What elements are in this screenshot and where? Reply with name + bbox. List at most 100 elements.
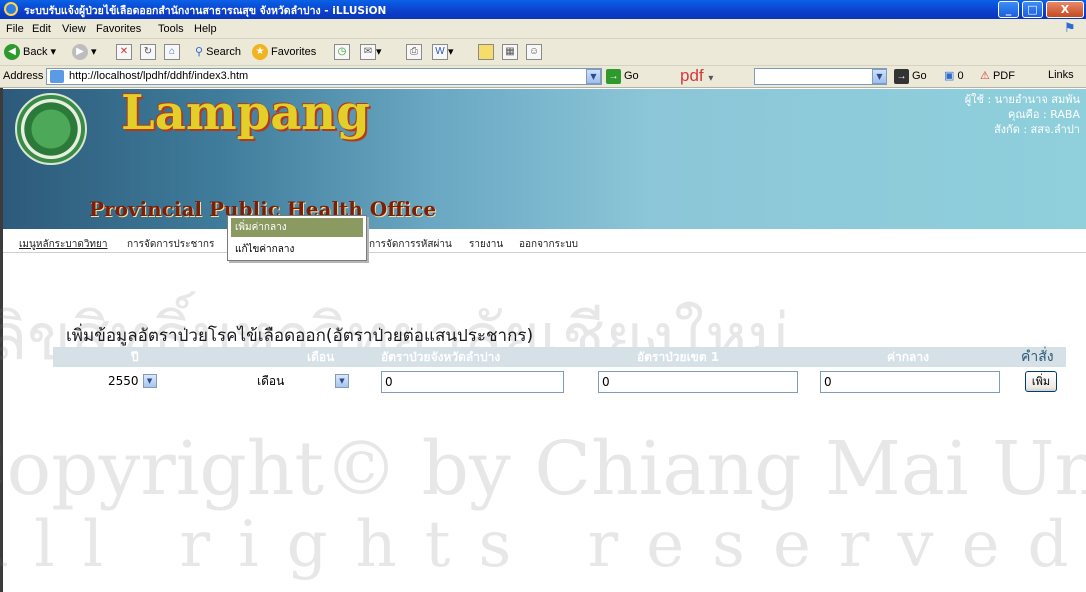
header-province-rate: อัตราป่วยจังหวัดลำปาง xyxy=(381,350,501,364)
year-select[interactable]: 2550 ▼ xyxy=(108,371,157,391)
favorites-label: Favorites xyxy=(271,46,317,58)
history-button[interactable]: ◷ xyxy=(334,43,350,62)
nav-report[interactable]: รายงาน xyxy=(469,237,503,252)
folder-button[interactable] xyxy=(478,43,494,62)
pdf-label: PDF xyxy=(992,70,1015,82)
address-url: http://localhost/lpdhf/ddhf/index3.htm xyxy=(69,70,249,82)
chevron-down-icon: ▼ xyxy=(335,373,349,388)
header-region-rate: อัตราป่วยเขต 1 xyxy=(637,350,720,364)
month-select[interactable]: เดือน ▼ xyxy=(257,371,349,391)
stop-button[interactable]: ✕ xyxy=(116,43,132,62)
home-button[interactable]: ⌂ xyxy=(164,43,180,62)
menu-view[interactable]: View xyxy=(62,23,86,35)
folder-icon xyxy=(478,44,494,61)
menu-file[interactable]: File xyxy=(6,23,24,35)
go-arrow-icon-2: → xyxy=(894,69,909,84)
windows-flag-icon: ⚑ xyxy=(1064,21,1076,36)
pdf-icon: ⚠ xyxy=(980,70,990,82)
back-arrow-icon: ◀ xyxy=(4,44,20,61)
discuss-icon: ▦ xyxy=(502,44,518,61)
nav-dropdown-menu: เพิ่มค่ากลาง แก้ไขค่ากลาง xyxy=(227,215,367,261)
forward-button[interactable]: ▶ ▾ xyxy=(72,43,97,62)
go-button-2[interactable]: → Go xyxy=(894,69,927,84)
go-label: Go xyxy=(624,70,639,82)
discuss-button[interactable]: ▦ xyxy=(502,43,518,62)
header-month: เดือน xyxy=(307,350,335,364)
nav-password[interactable]: การจัดการรหัสผ่าน xyxy=(369,237,452,252)
calendar-icon: ▣ xyxy=(944,70,955,82)
ie-icon xyxy=(4,2,18,16)
counter-value: 0 xyxy=(957,70,964,82)
search-icon: ⚲ xyxy=(195,46,204,58)
header-year: ปี xyxy=(131,350,139,364)
nav-epidemiology[interactable]: เมนูหลักระบาดวิทยา xyxy=(19,237,108,252)
word-button[interactable]: W ▾ xyxy=(432,43,454,62)
print-button[interactable]: ⎙ xyxy=(406,43,422,62)
search-dropdown[interactable]: ▼ xyxy=(872,69,887,84)
minimize-button[interactable]: _ xyxy=(998,1,1019,18)
nav-bar: เมนูหลักระบาดวิทยา การจัดการประชากร การจ… xyxy=(3,229,1086,253)
watermark-line-3: All rights reserved xyxy=(0,508,1086,582)
counter-button[interactable]: ▣ 0 xyxy=(944,69,964,82)
favorites-button[interactable]: ★ Favorites xyxy=(252,43,316,62)
table-row: 2550 ▼ เดือน ▼ 0 0 0 เพิ่ม xyxy=(53,368,1066,398)
menu-edit[interactable]: Edit xyxy=(32,23,51,35)
nav-logout[interactable]: ออกจากระบบ xyxy=(519,237,578,252)
search-input[interactable] xyxy=(754,68,887,85)
user-line-name: ผู้ใช้ : นายอำนาจ สมพัน xyxy=(964,93,1080,106)
menu-tools[interactable]: Tools xyxy=(158,23,184,35)
search-button[interactable]: ⚲ Search xyxy=(195,43,241,62)
go-button[interactable]: → Go xyxy=(606,69,639,84)
pdf-button[interactable]: ⚠ PDF xyxy=(980,69,1015,82)
region-rate-input[interactable]: 0 xyxy=(598,371,798,393)
search-label: Search xyxy=(206,46,241,58)
table-header: ปี เดือน อัตราป่วยจังหวัดลำปาง อัตราป่วย… xyxy=(53,347,1066,367)
messenger-button[interactable]: ☺ xyxy=(526,43,542,62)
page-icon xyxy=(50,70,64,83)
chevron-down-icon: ▼ xyxy=(142,373,157,388)
pdf-logo-text: pdf xyxy=(680,66,704,85)
page-banner: Lampang Provincial Public Health Office … xyxy=(3,85,1086,229)
maximize-button[interactable]: □ xyxy=(1022,1,1043,18)
header-median: ค่ากลาง xyxy=(887,350,929,364)
refresh-button[interactable]: ↻ xyxy=(140,43,156,62)
messenger-icon: ☺ xyxy=(526,44,542,61)
pdf-toolbar-logo[interactable]: pdf ▾ xyxy=(680,66,713,86)
print-icon: ⎙ xyxy=(406,44,422,61)
mail-button[interactable]: ✉ ▾ xyxy=(360,43,382,62)
toolbar: ◀ Back ▾ ▶ ▾ ✕ ↻ ⌂ ⚲ Search ★ Favorites ◷ ✉… xyxy=(0,39,1086,66)
month-value: เดือน xyxy=(257,373,285,388)
window-title: ระบบรับแจ้งผู้ป่วยไข้เลือดออกสำนักงานสาธ… xyxy=(24,5,387,17)
nav-population[interactable]: การจัดการประชากร xyxy=(127,237,214,252)
user-line-office: สังกัด : สสจ.ลำปา xyxy=(993,123,1080,136)
brand-title: Lampang xyxy=(121,85,370,141)
header-command: คำสั่ง xyxy=(1021,349,1054,365)
home-icon: ⌂ xyxy=(164,44,180,61)
links-button[interactable]: Links xyxy=(1048,69,1074,81)
province-rate-input[interactable]: 0 xyxy=(381,371,564,393)
watermark-line-2: Copyright© by Chiang Mai University xyxy=(0,426,1086,512)
user-info: ผู้ใช้ : นายอำนาจ สมพัน คุณคือ : RABA สั… xyxy=(965,92,1080,137)
form-title: เพิ่มข้อมูลอัตราป่วยโรคไข้เลือดออก(อัตรา… xyxy=(66,326,534,346)
word-icon: W xyxy=(432,44,448,61)
address-dropdown[interactable]: ▼ xyxy=(586,69,601,84)
stop-icon: ✕ xyxy=(116,44,132,61)
add-button[interactable]: เพิ่ม xyxy=(1025,371,1057,392)
mail-icon: ✉ xyxy=(360,44,376,61)
province-seal-logo xyxy=(15,93,87,165)
address-input[interactable]: http://localhost/lpdhf/ddhf/index3.htm xyxy=(46,68,602,85)
star-icon: ★ xyxy=(252,44,268,61)
median-input[interactable]: 0 xyxy=(820,371,1000,393)
back-button[interactable]: ◀ Back ▾ xyxy=(4,43,56,62)
back-label: Back xyxy=(23,46,48,58)
menu-bar: File Edit View Favorites Tools Help ⚑ xyxy=(0,19,1086,39)
menu-favorites[interactable]: Favorites xyxy=(96,23,141,35)
dropdown-add-median[interactable]: เพิ่มค่ากลาง xyxy=(231,218,363,237)
year-value: 2550 xyxy=(108,373,139,388)
window-title-bar: ระบบรับแจ้งผู้ป่วยไข้เลือดออกสำนักงานสาธ… xyxy=(0,0,1086,19)
address-label: Address xyxy=(3,70,44,82)
go-arrow-icon: → xyxy=(606,69,621,84)
menu-help[interactable]: Help xyxy=(194,23,217,35)
dropdown-edit-median[interactable]: แก้ไขค่ากลาง xyxy=(231,240,363,259)
close-button[interactable]: X xyxy=(1046,1,1084,18)
